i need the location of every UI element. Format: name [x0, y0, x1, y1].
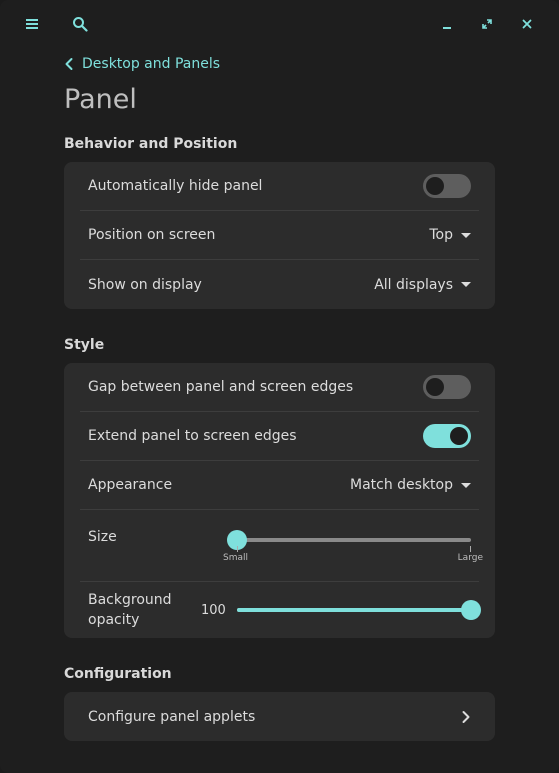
section-title-style: Style — [64, 337, 105, 353]
page-content: Desktop and Panels Panel Behavior and Po… — [64, 52, 495, 741]
chevron-left-icon — [65, 58, 73, 70]
appearance-label: Appearance — [88, 477, 173, 493]
extend-label: Extend panel to screen edges — [88, 428, 297, 444]
opacity-label: Background opacity — [88, 592, 172, 628]
size-max-label: Large — [457, 553, 483, 563]
position-dropdown[interactable]: Top — [429, 227, 471, 243]
settings-window: Desktop and Panels Panel Behavior and Po… — [0, 0, 559, 773]
size-row: Size Small Large — [80, 510, 483, 582]
maximize-icon[interactable] — [475, 12, 499, 36]
size-label: Size — [88, 529, 117, 545]
gap-label: Gap between panel and screen edges — [88, 379, 354, 395]
configure-applets-label: Configure panel applets — [88, 708, 256, 725]
display-value: All displays — [374, 276, 453, 293]
page-title: Panel — [64, 84, 137, 115]
size-min-label: Small — [223, 553, 248, 563]
configuration-card: Configure panel applets — [64, 692, 495, 741]
configure-applets-row[interactable]: Configure panel applets — [80, 692, 479, 741]
size-slider-track[interactable] — [227, 530, 471, 552]
search-icon[interactable] — [68, 12, 92, 36]
toggle-knob — [450, 427, 468, 445]
section-title-behavior: Behavior and Position — [64, 136, 238, 152]
size-slider[interactable]: Small Large — [223, 530, 483, 578]
display-row: Show on display All displays — [80, 260, 479, 309]
appearance-row: Appearance Match desktop — [80, 461, 479, 510]
style-card: Gap between panel and screen edges Exten… — [64, 363, 495, 638]
extend-toggle[interactable] — [423, 424, 471, 448]
minimize-icon[interactable] — [435, 12, 459, 36]
chevron-right-icon — [462, 710, 470, 723]
behavior-card: Automatically hide panel Position on scr… — [64, 162, 495, 309]
extend-row: Extend panel to screen edges — [80, 412, 479, 461]
section-title-configuration: Configuration — [64, 666, 172, 682]
opacity-slider-track[interactable] — [237, 600, 481, 620]
position-row: Position on screen Top — [80, 211, 479, 260]
size-tick-min — [237, 546, 238, 552]
opacity-slider-fill — [237, 608, 471, 612]
header-bar — [0, 0, 559, 48]
back-link[interactable]: Desktop and Panels — [64, 52, 495, 76]
position-label: Position on screen — [88, 227, 216, 243]
appearance-dropdown[interactable]: Match desktop — [350, 477, 471, 493]
opacity-row: Background opacity 100 — [80, 582, 481, 638]
caret-down-icon — [461, 282, 471, 287]
opacity-slider[interactable] — [237, 600, 481, 620]
toggle-knob — [426, 177, 444, 195]
gap-toggle[interactable] — [423, 375, 471, 399]
caret-down-icon — [461, 482, 471, 488]
back-link-label: Desktop and Panels — [82, 56, 221, 72]
appearance-value: Match desktop — [349, 477, 453, 493]
size-tick-max — [470, 546, 471, 552]
gap-row: Gap between panel and screen edges — [80, 363, 479, 412]
autohide-label: Automatically hide panel — [88, 178, 263, 194]
toggle-knob — [426, 378, 444, 396]
autohide-toggle[interactable] — [423, 174, 471, 198]
autohide-row: Automatically hide panel — [80, 162, 479, 211]
hamburger-icon[interactable] — [20, 12, 44, 36]
caret-down-icon — [461, 232, 471, 238]
opacity-slider-thumb[interactable] — [461, 600, 481, 620]
close-icon[interactable] — [515, 12, 539, 36]
display-dropdown[interactable]: All displays — [374, 277, 471, 293]
display-label: Show on display — [88, 276, 202, 293]
opacity-value: 100 — [201, 602, 226, 618]
position-value: Top — [429, 227, 453, 243]
